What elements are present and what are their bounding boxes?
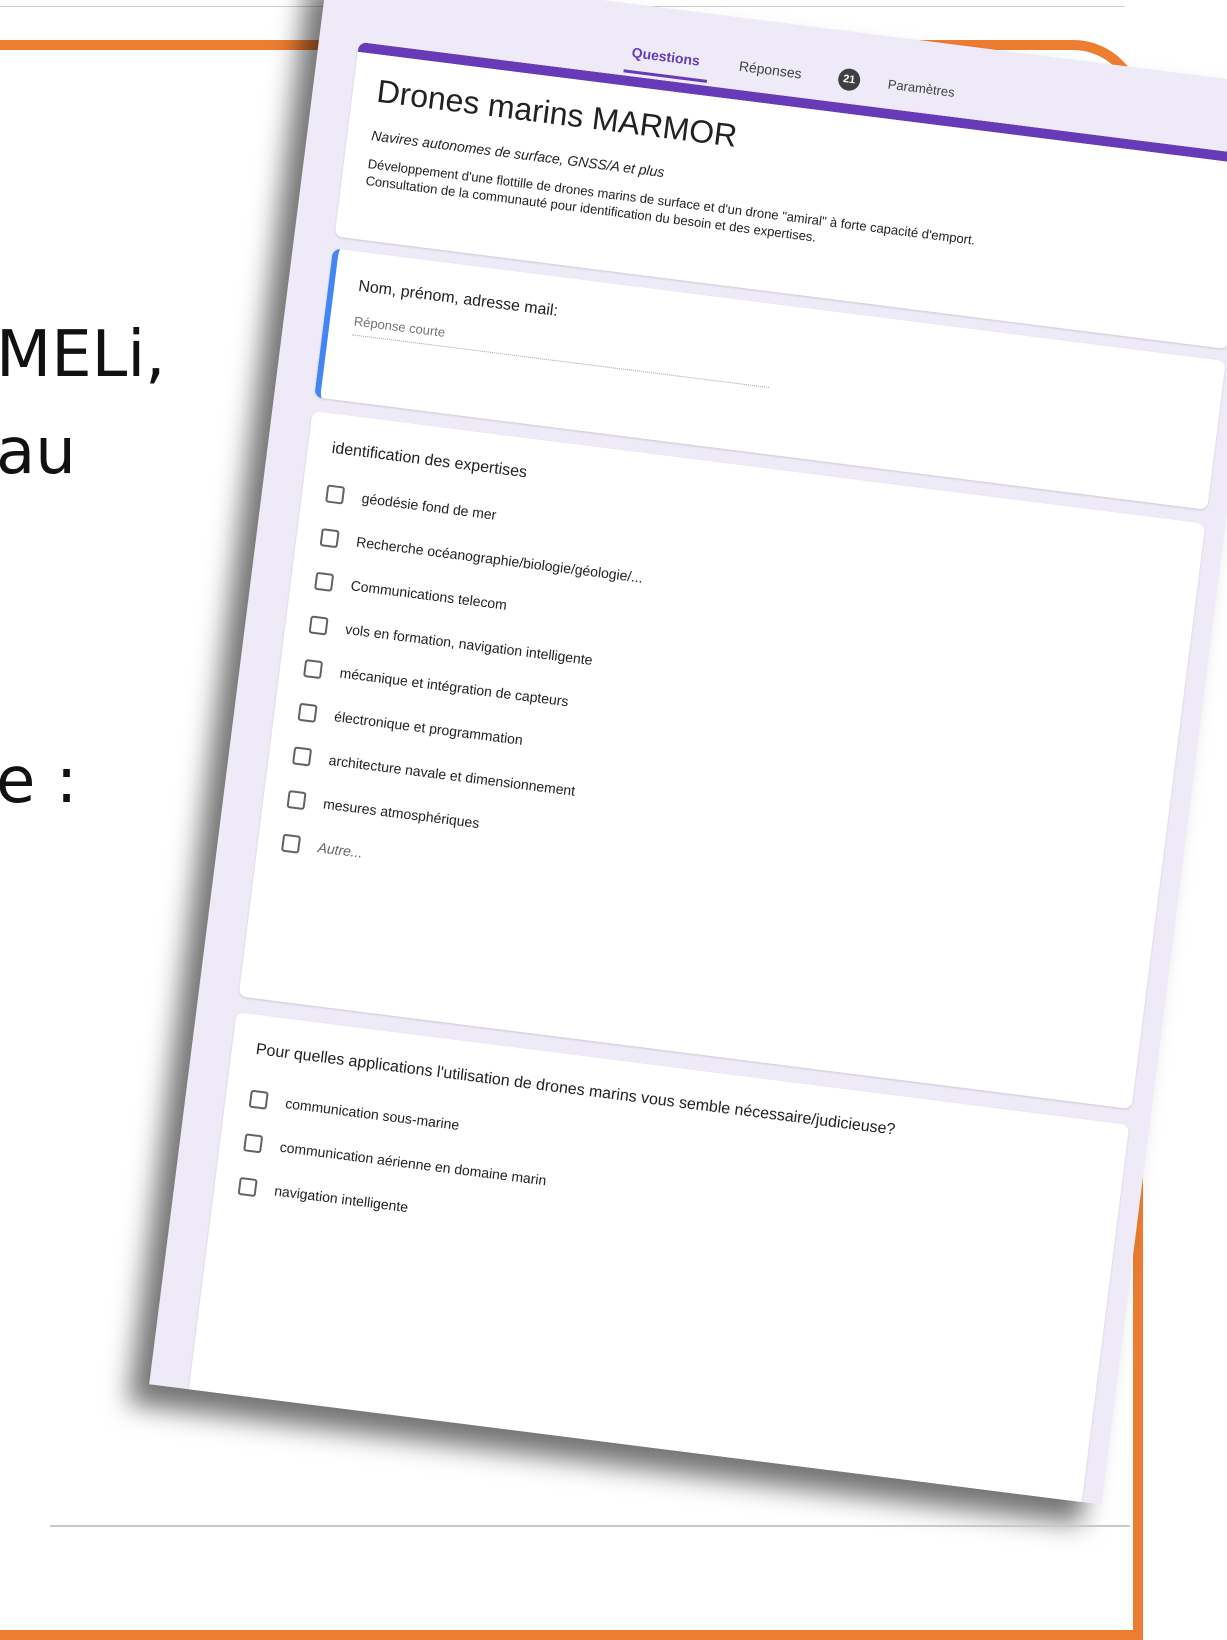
responses-count-badge: 21 — [836, 67, 862, 92]
checkbox[interactable] — [248, 1089, 269, 1110]
checkbox[interactable] — [308, 615, 329, 636]
slide-text-line: au — [0, 415, 76, 489]
checkbox[interactable] — [243, 1133, 264, 1154]
tab-settings[interactable]: Paramètres — [887, 77, 956, 100]
checkbox[interactable] — [280, 833, 302, 854]
tab-responses[interactable]: Réponses — [738, 58, 803, 82]
slide-bottom-divider — [50, 1525, 1130, 1527]
option-label-other: Autre... — [316, 839, 364, 861]
option-label: géodésie fond de mer — [360, 489, 498, 523]
checkbox[interactable] — [325, 484, 346, 505]
option-label: communication sous-marine — [284, 1095, 461, 1133]
question-card-expertises[interactable]: identification des expertises géodésie f… — [238, 410, 1206, 1110]
option-label: Communications telecom — [349, 577, 508, 613]
tab-questions[interactable]: Questions — [631, 44, 701, 68]
checkbox[interactable] — [292, 746, 313, 767]
option-label: mesures atmosphériques — [322, 795, 481, 832]
google-form-screenshot: Questions Réponses 21 Paramètres Drones … — [149, 0, 1227, 1505]
checkbox[interactable] — [286, 790, 307, 811]
slide-text-line: e : — [0, 744, 78, 818]
checkbox[interactable] — [319, 528, 340, 549]
option-label: navigation intelligente — [273, 1182, 410, 1216]
checkbox[interactable] — [314, 571, 335, 592]
checkbox[interactable] — [297, 702, 318, 723]
checkbox[interactable] — [237, 1176, 258, 1198]
checkbox[interactable] — [303, 659, 324, 680]
slide-text-line: MELi, — [0, 318, 166, 392]
